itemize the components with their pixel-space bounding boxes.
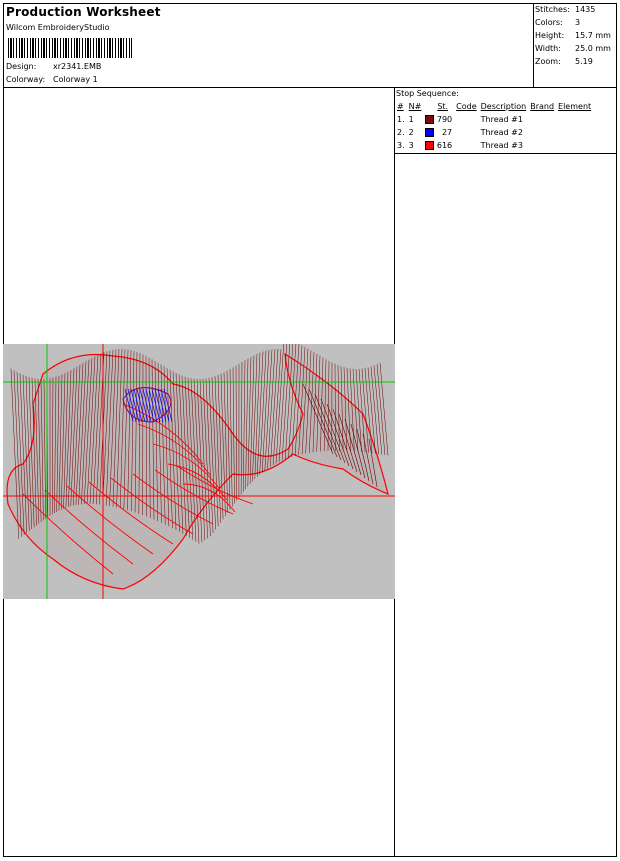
stat-colors: Colors: 3	[535, 18, 581, 27]
stat-width: Width: 25.0 mm	[535, 44, 611, 53]
colorway-value: Colorway 1	[53, 75, 98, 84]
colorway-label: Colorway:	[6, 75, 46, 84]
header-divider	[3, 87, 617, 88]
stats-divider	[533, 3, 534, 88]
page-title: Production Worksheet	[6, 5, 161, 19]
color-swatch	[425, 115, 435, 124]
embroidery-preview	[3, 339, 395, 599]
table-row: 1. 1 790 Thread #1	[397, 115, 523, 124]
design-label: Design:	[6, 62, 37, 71]
table-row: 2. 2 27 Thread #2	[397, 128, 523, 137]
design-stats: Stitches: 1435 Colors: 3 Height: 15.7 mm Wi…	[535, 5, 611, 70]
stop-sequence-table: # N# St. Code Description Brand Element …	[395, 100, 593, 152]
stop-sequence-title: Stop Sequence:	[396, 89, 459, 98]
design-preview	[3, 339, 395, 599]
color-swatch	[425, 141, 435, 150]
sequence-divider	[394, 153, 617, 154]
design-value: xr2341.EMB	[53, 62, 102, 71]
software-name: Wilcom EmbroideryStudio	[6, 23, 110, 32]
table-row: 3. 3 616 Thread #3	[397, 141, 523, 150]
stat-stitches: Stitches: 1435	[535, 5, 596, 14]
stat-zoom: Zoom: 5.19	[535, 57, 593, 66]
color-swatch	[425, 128, 435, 137]
barcode	[8, 38, 132, 58]
stat-height: Height: 15.7 mm	[535, 31, 611, 40]
table-header-row: # N# St. Code Description Brand Element	[397, 102, 592, 111]
